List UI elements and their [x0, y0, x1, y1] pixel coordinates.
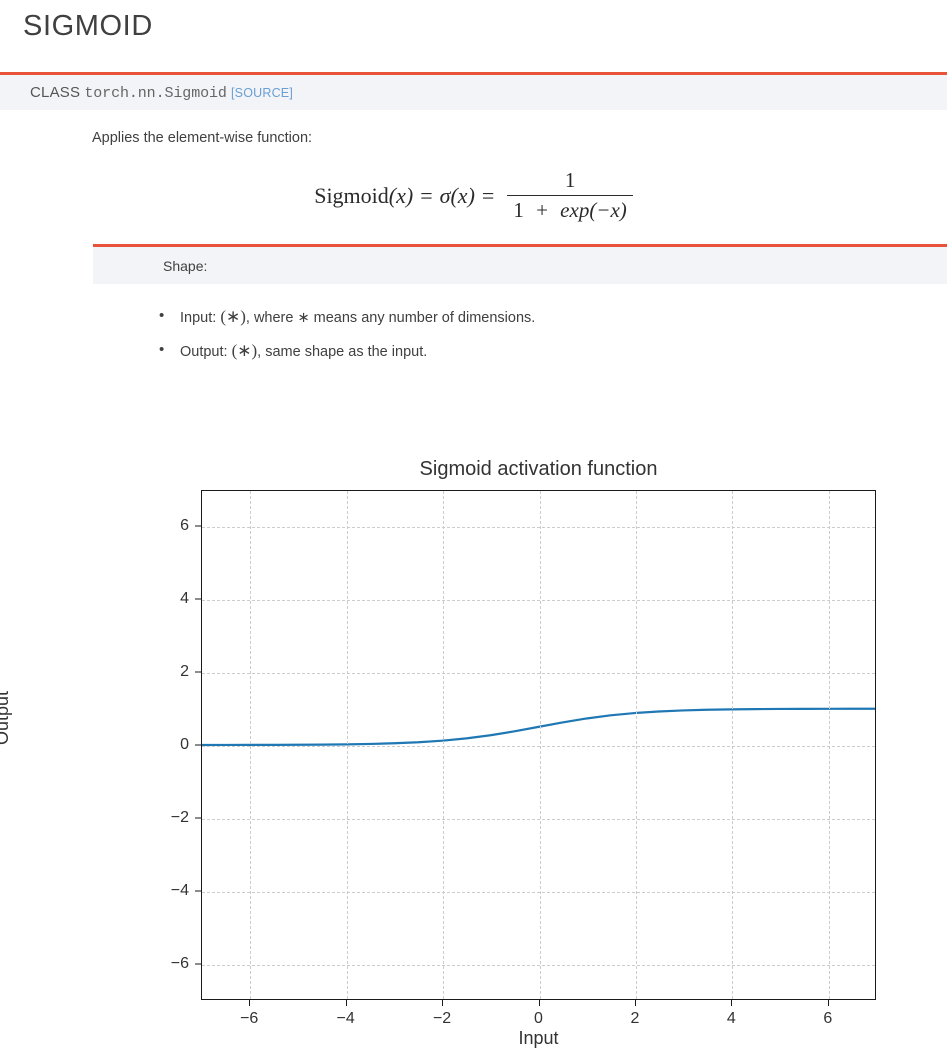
formula-equals-2: = [481, 182, 495, 208]
class-signature: CLASS torch.nn.Sigmoid [SOURCE] [30, 84, 293, 102]
gridline-horizontal [202, 891, 875, 893]
formula-sigma: σ [439, 182, 451, 208]
x-tick-mark [731, 1000, 733, 1006]
x-tick-mark [538, 1000, 540, 1006]
formula-block: Sigmoid (x) = σ (x) = 1 1 + exp(−x) [0, 168, 947, 223]
shape-item-suffix: , same shape as the input. [257, 344, 428, 360]
shape-item-prefix: Output: [180, 344, 232, 360]
gridline-vertical [443, 491, 445, 999]
gridline-vertical [539, 491, 541, 999]
x-tick-label: 6 [823, 1010, 833, 1027]
shape-list: Input: (∗), where ∗ means any number of … [155, 306, 855, 375]
class-signature-block: CLASS torch.nn.Sigmoid [SOURCE] [0, 72, 947, 110]
x-tick-mark [634, 1000, 636, 1006]
gridline-vertical [732, 491, 734, 999]
list-item: Output: (∗), same shape as the input. [155, 340, 855, 362]
x-tick-mark [827, 1000, 829, 1006]
gridline-horizontal [202, 964, 875, 966]
formula-den-one: 1 [513, 198, 524, 223]
y-tick-label: 4 [180, 590, 189, 608]
gridline-vertical [635, 491, 637, 999]
gridline-vertical [346, 491, 348, 999]
x-tick-label: −6 [240, 1010, 259, 1027]
formula-lhs-name: Sigmoid [314, 182, 389, 208]
x-axis-label: Input [518, 1028, 559, 1048]
y-tick-mark [195, 525, 201, 527]
formula-numerator: 1 [564, 168, 576, 192]
gridline-vertical [828, 491, 830, 999]
list-item: Input: (∗), where ∗ means any number of … [155, 306, 855, 328]
shape-label: Shape: [163, 258, 208, 274]
shape-item-suffix: , where ∗ means any number of dimensions… [245, 310, 536, 326]
shape-admonition-block: Shape: [93, 244, 947, 284]
formula-den-plus: + [536, 198, 548, 223]
y-tick-mark [195, 817, 201, 819]
y-tick-label: −4 [170, 881, 189, 899]
gridline-vertical [250, 491, 252, 999]
y-tick-label: −6 [170, 954, 189, 972]
gridline-horizontal [202, 818, 875, 820]
source-link[interactable]: [SOURCE] [231, 86, 293, 100]
page-title: SIGMOID [23, 10, 153, 42]
y-tick-mark [195, 963, 201, 965]
y-tick-label: −2 [170, 808, 189, 826]
y-tick-mark [195, 890, 201, 892]
class-keyword: CLASS [30, 84, 81, 101]
x-tick-label: 4 [726, 1010, 736, 1027]
gridline-horizontal [202, 600, 875, 602]
x-tick-mark [249, 1000, 251, 1006]
y-tick-mark [195, 671, 201, 673]
x-tick-label: 2 [630, 1010, 640, 1027]
formula-den-exp: exp(−x) [560, 198, 627, 223]
x-tick-label: 0 [534, 1010, 543, 1027]
shape-item-symbol: (∗) [231, 341, 258, 360]
formula-lhs-arg: (x) [388, 182, 414, 208]
sigmoid-chart: Sigmoid activation function Output Input… [0, 440, 947, 1064]
x-tick-label: −4 [336, 1010, 355, 1027]
plot-area [201, 490, 876, 1000]
y-tick-mark [195, 598, 201, 600]
description-text: Applies the element-wise function: [92, 130, 313, 146]
formula-sigma-arg: (x) [450, 182, 475, 208]
sigmoid-curve-path [202, 709, 875, 745]
x-tick-mark [442, 1000, 444, 1006]
shape-item-symbol: (∗) [220, 307, 246, 326]
sigmoid-curve [202, 491, 875, 999]
shape-item-prefix: Input: [180, 310, 221, 326]
gridline-horizontal [202, 527, 875, 529]
class-path: torch.nn.Sigmoid [84, 85, 227, 102]
x-tick-label: −2 [432, 1010, 452, 1027]
y-tick-mark [195, 744, 201, 746]
y-axis-label: Output [0, 690, 12, 745]
formula-fraction: 1 1 + exp(−x) [507, 168, 633, 223]
x-tick-mark [345, 1000, 347, 1006]
formula-math: Sigmoid (x) = σ (x) = 1 1 + exp(−x) [314, 168, 633, 223]
gridline-horizontal [202, 673, 875, 675]
y-tick-label: 2 [180, 663, 189, 681]
gridline-horizontal [202, 746, 875, 747]
formula-denominator: 1 + exp(−x) [507, 196, 632, 223]
y-tick-label: 6 [180, 517, 189, 535]
chart-title: Sigmoid activation function [419, 458, 658, 480]
formula-equals-1: = [420, 182, 433, 208]
y-tick-label: 0 [180, 736, 189, 753]
